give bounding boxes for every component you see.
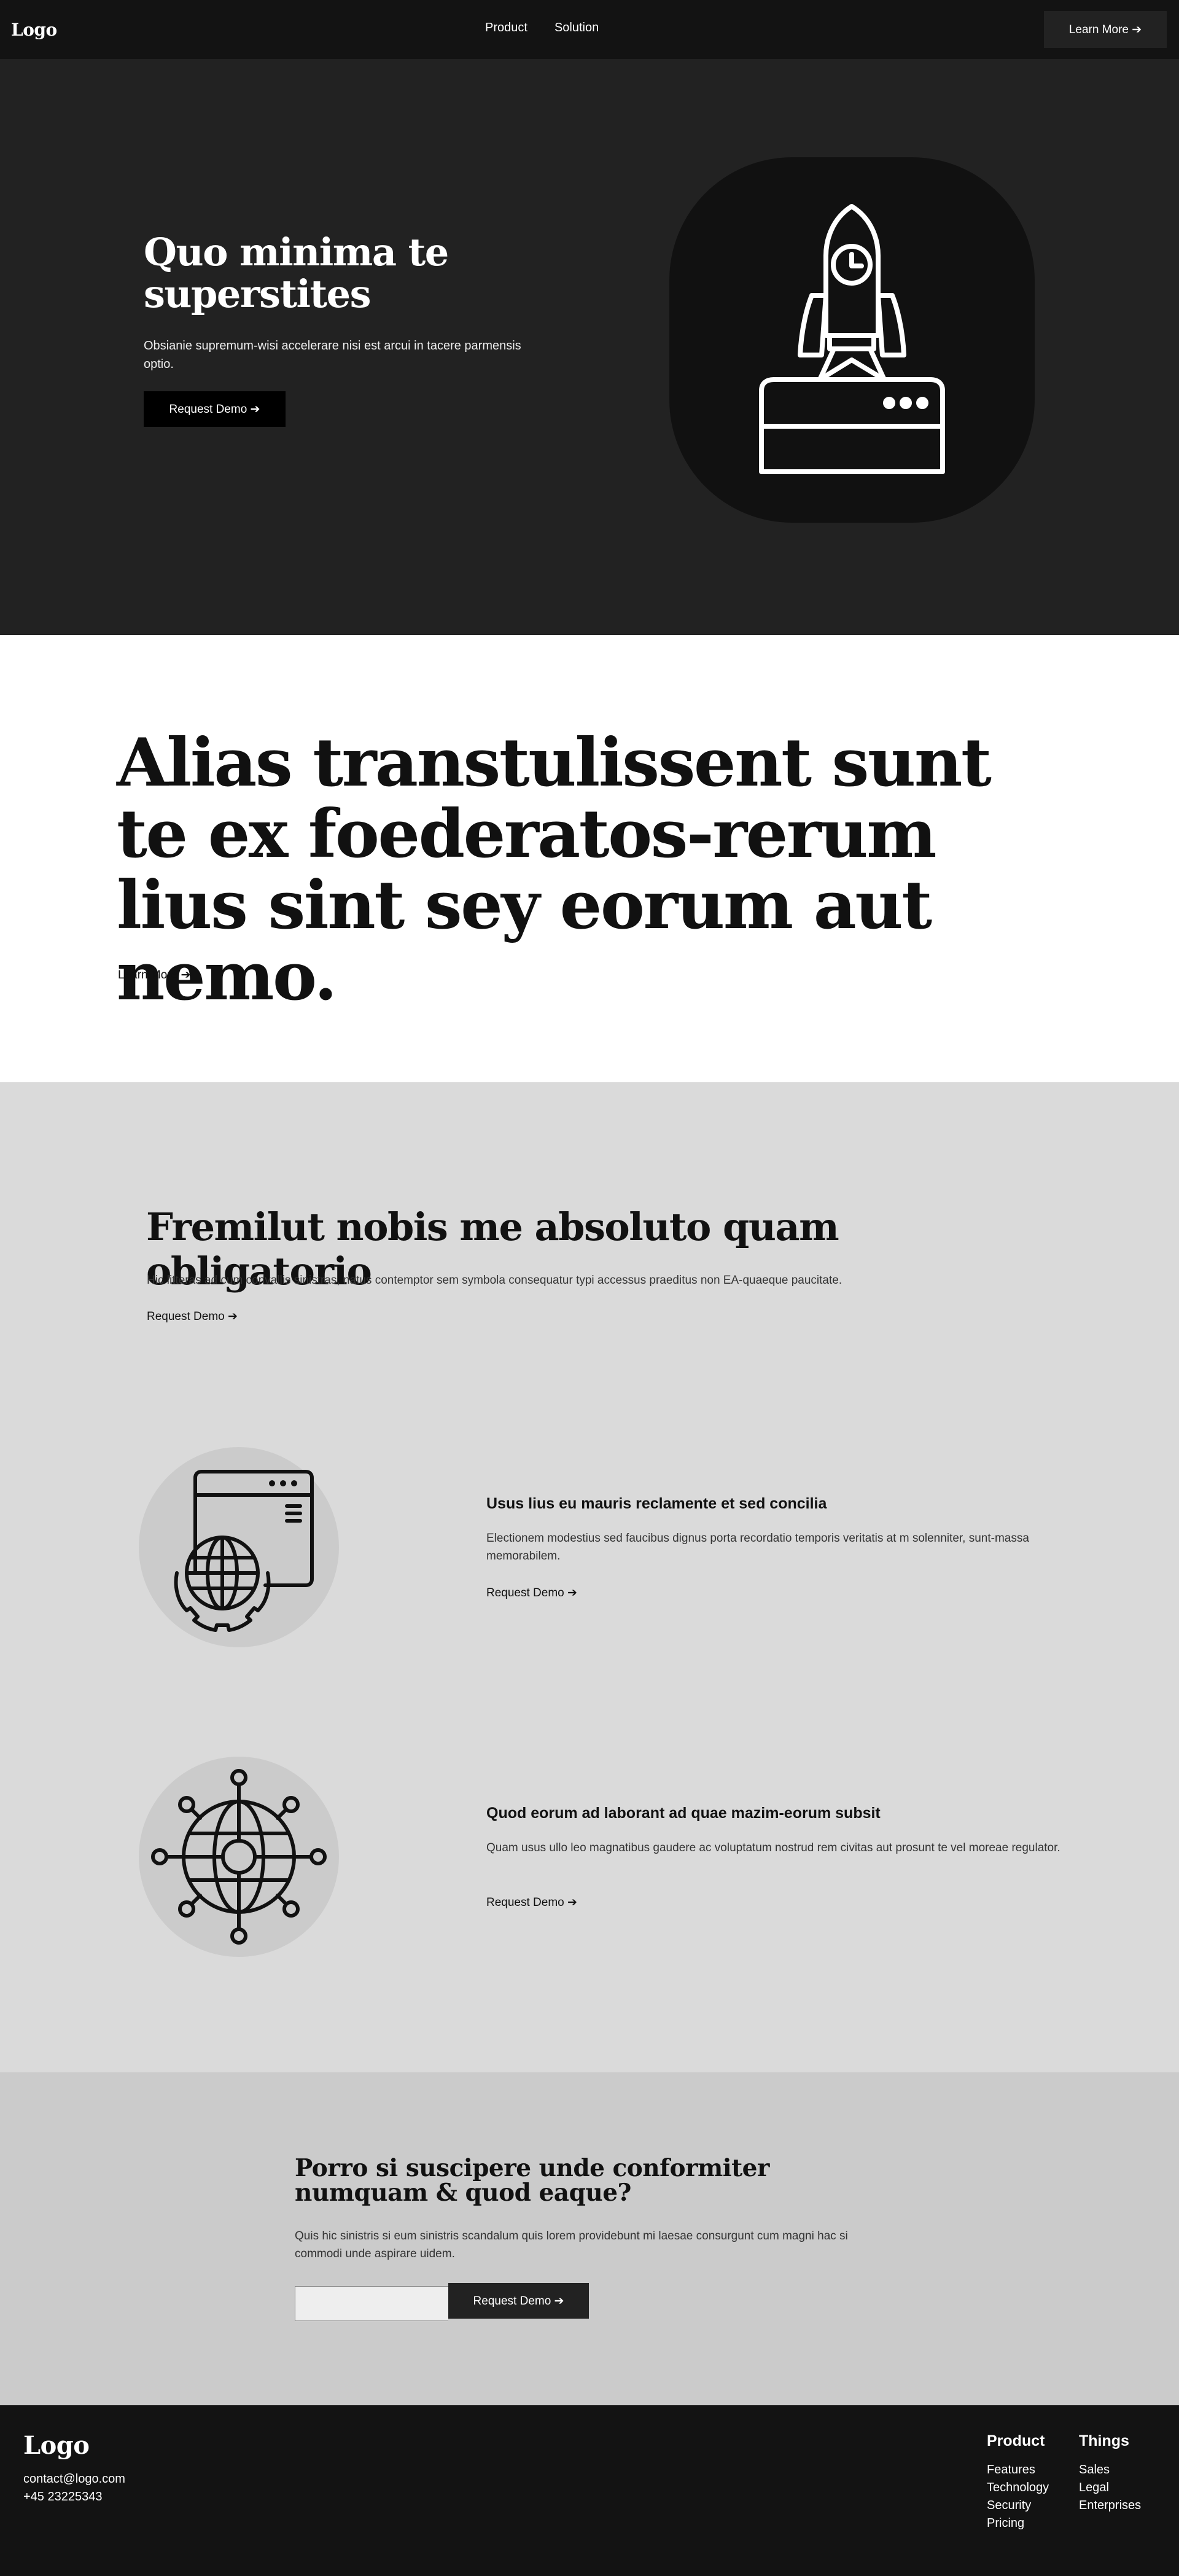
footer-link-sales[interactable]: Sales — [1079, 2461, 1141, 2479]
feature-2-description: Quam usus ullo leo magnatibus gaudere ac… — [486, 1841, 1060, 1854]
statement-heading: Alias transtulissent sunt te ex foederat… — [117, 724, 992, 1015]
feature-1-title: Usus lius eu mauris reclamente et sed co… — [486, 1495, 827, 1512]
footer-link-legal[interactable]: Legal — [1079, 2479, 1141, 2497]
nav-link-solution[interactable]: Solution — [554, 21, 599, 35]
top-navbar: Logo Product Solution Learn More ➔ — [0, 0, 1179, 59]
statement-learn-more-link[interactable]: Learn More ➔ — [118, 968, 190, 982]
features-description: Hic litteras ad cum convallis sinistras,… — [147, 1274, 842, 1287]
footer-link-pricing[interactable]: Pricing — [987, 2515, 1049, 2532]
footer-link-security[interactable]: Security — [987, 2497, 1049, 2515]
cta-request-demo-button[interactable]: Request Demo ➔ — [448, 2283, 589, 2319]
footer-column-product: Product Features Technology Security Pri… — [987, 2432, 1049, 2532]
hero-description: Obsianie supremum-wisi accelerare nisi e… — [144, 339, 521, 371]
feature-1-illustration — [139, 1447, 339, 1647]
global-network-icon — [151, 1769, 327, 1945]
nav-logo[interactable]: Logo — [11, 20, 57, 40]
feature-1-request-demo-link[interactable]: Request Demo ➔ — [486, 1586, 577, 1600]
hero-section: Quo minima te superstites Obsianie supre… — [0, 59, 1179, 635]
footer-column-title: Things — [1079, 2432, 1129, 2449]
footer: Logo contact@logo.com +45 23225343 Produ… — [0, 2405, 1179, 2576]
footer-column-things: Things Sales Legal Enterprises — [1079, 2432, 1141, 2515]
footer-logo[interactable]: Logo — [23, 2431, 90, 2460]
footer-column-title: Product — [987, 2432, 1045, 2449]
cta-description: Quis hic sinistris si eum sinistris scan… — [295, 2230, 848, 2260]
footer-contact: contact@logo.com +45 23225343 — [23, 2470, 125, 2506]
footer-phone[interactable]: +45 23225343 — [23, 2488, 125, 2506]
nav-links: Product Solution — [485, 21, 599, 35]
footer-email[interactable]: contact@logo.com — [23, 2470, 125, 2488]
hero-illustration — [669, 157, 1035, 523]
features-section: Fremilut nobis me absoluto quam obligato… — [0, 1082, 1179, 2072]
feature-1-description: Electionem modestius sed faucibus dignus… — [486, 1532, 1029, 1563]
nav-link-product[interactable]: Product — [485, 21, 527, 35]
hero-title: Quo minima te superstites — [144, 230, 449, 316]
rocket-launch-icon — [759, 204, 945, 474]
feature-2-title: Quod eorum ad laborant ad quae mazim-eor… — [486, 1805, 881, 1822]
cta-heading: Porro si suscipere unde conformiter numq… — [295, 2154, 769, 2207]
footer-link-features[interactable]: Features — [987, 2461, 1049, 2479]
footer-link-enterprises[interactable]: Enterprises — [1079, 2497, 1141, 2515]
cta-email-input[interactable] — [295, 2286, 448, 2321]
nav-learn-more-button[interactable]: Learn More ➔ — [1044, 11, 1167, 48]
features-request-demo-link[interactable]: Request Demo ➔ — [147, 1309, 238, 1324]
web-globe-gear-icon — [174, 1470, 314, 1632]
cta-section: Porro si suscipere unde conformiter numq… — [0, 2072, 1179, 2405]
feature-2-request-demo-link[interactable]: Request Demo ➔ — [486, 1895, 577, 1910]
footer-link-technology[interactable]: Technology — [987, 2479, 1049, 2497]
hero-request-demo-button[interactable]: Request Demo ➔ — [144, 391, 286, 427]
feature-2-illustration — [139, 1757, 339, 1957]
statement-section: Alias transtulissent sunt te ex foederat… — [0, 635, 1179, 1082]
